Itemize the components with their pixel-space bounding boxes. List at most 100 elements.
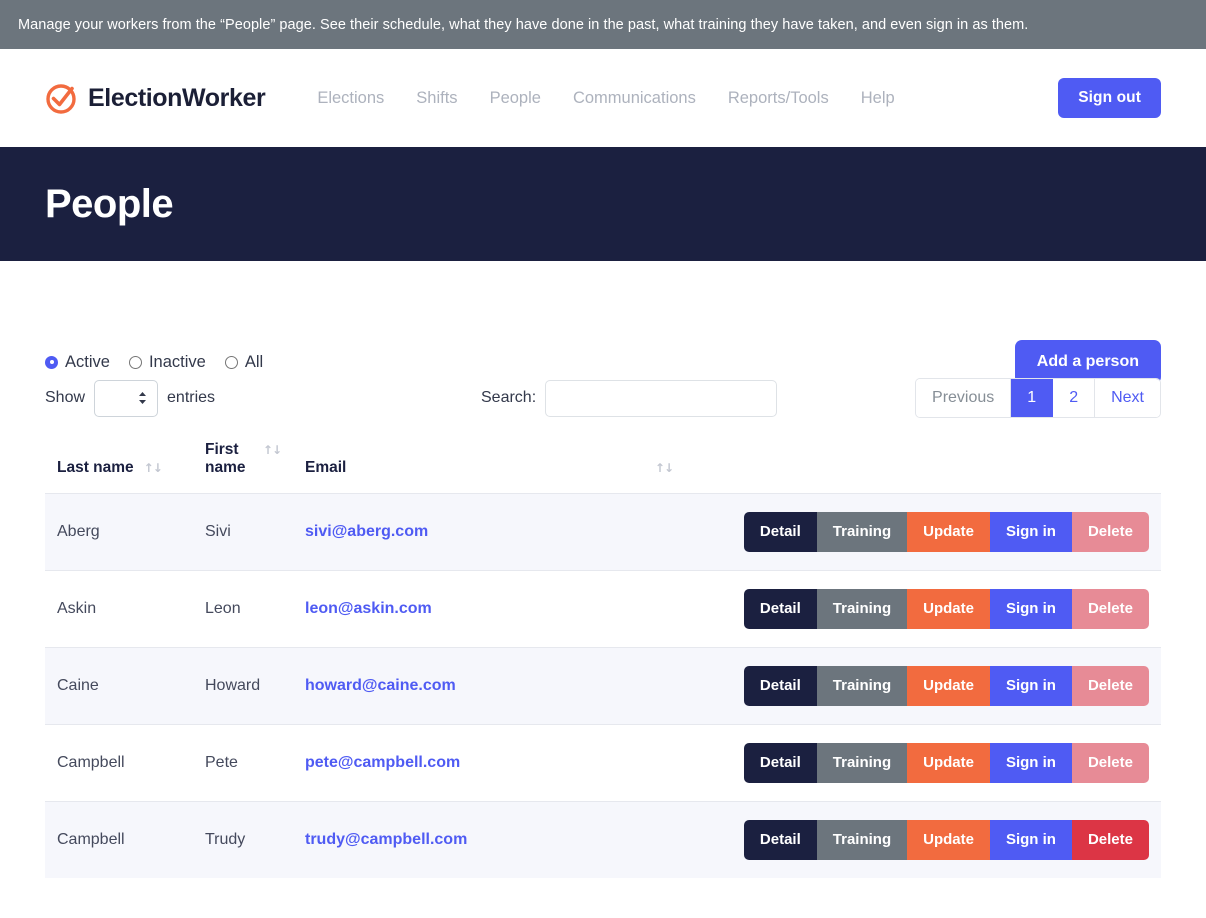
sign-in-button[interactable]: Sign in — [989, 820, 1072, 860]
training-button[interactable]: Training — [816, 820, 908, 860]
detail-button[interactable]: Detail — [743, 666, 817, 706]
column-header-last-name[interactable]: Last name ↑↓ — [45, 431, 193, 494]
update-button[interactable]: Update — [907, 820, 990, 860]
update-button[interactable]: Update — [907, 589, 990, 629]
email-link[interactable]: leon@askin.com — [305, 600, 432, 617]
cell-last-name: Campbell — [45, 724, 193, 802]
pagination-next[interactable]: Next — [1095, 379, 1160, 417]
cell-actions: Detail Training Update Sign in Delete — [685, 647, 1161, 725]
update-button[interactable]: Update — [907, 512, 990, 552]
people-table-body: Aberg Sivi sivi@aberg.com Detail Training Upd… — [45, 493, 1161, 878]
nav-item-shifts[interactable]: Shifts — [400, 83, 473, 114]
table-row: Askin Leon leon@askin.com Detail Training Upd… — [45, 570, 1161, 648]
update-button[interactable]: Update — [907, 743, 990, 783]
nav-links: Elections Shifts People Communications R… — [301, 83, 910, 114]
sign-in-button[interactable]: Sign in — [989, 743, 1072, 783]
info-banner-text: Manage your workers from the “People” pa… — [18, 16, 1029, 33]
cell-actions: Detail Training Update Sign in Delete — [685, 493, 1161, 571]
entries-per-page-select[interactable] — [94, 379, 159, 417]
detail-button[interactable]: Detail — [743, 820, 817, 860]
cell-first-name: Howard — [193, 647, 293, 725]
column-label-last-name: Last name — [57, 459, 134, 476]
nav-item-reports-tools[interactable]: Reports/Tools — [712, 83, 845, 114]
column-label-first-name: First name — [205, 441, 246, 476]
delete-button[interactable]: Delete — [1071, 820, 1149, 860]
cell-first-name: Trudy — [193, 801, 293, 878]
nav-item-help[interactable]: Help — [845, 83, 911, 114]
delete-button[interactable]: Delete — [1071, 589, 1149, 629]
column-header-actions — [685, 431, 1161, 494]
cell-email: pete@campbell.com — [293, 724, 685, 802]
delete-button[interactable]: Delete — [1071, 512, 1149, 552]
training-button[interactable]: Training — [816, 589, 908, 629]
page-title: People — [45, 181, 174, 226]
people-table: Last name ↑↓ First name ↑↓ Email ↑↓ Aber… — [45, 431, 1161, 878]
entries-select-wrapper — [94, 379, 159, 417]
table-row: Campbell Pete pete@campbell.com Detail Train… — [45, 724, 1161, 802]
cell-first-name: Leon — [193, 570, 293, 648]
cell-actions: Detail Training Update Sign in Delete — [685, 724, 1161, 802]
training-button[interactable]: Training — [816, 666, 908, 706]
row-action-button-group: Detail Training Update Sign in Delete — [743, 589, 1149, 629]
page-header-band: People — [0, 147, 1206, 261]
column-header-email[interactable]: Email ↑↓ — [293, 431, 685, 494]
search-input[interactable] — [545, 379, 778, 417]
table-row: Campbell Trudy trudy@campbell.com Detail Tra… — [45, 801, 1161, 878]
delete-button[interactable]: Delete — [1071, 666, 1149, 706]
training-button[interactable]: Training — [816, 743, 908, 783]
sort-icon-first-name[interactable]: ↑↓ — [263, 443, 282, 457]
pagination-page-1[interactable]: 1 — [1011, 379, 1054, 417]
nav-item-elections[interactable]: Elections — [301, 83, 400, 114]
row-action-button-group: Detail Training Update Sign in Delete — [743, 743, 1149, 783]
info-banner: Manage your workers from the “People” pa… — [0, 0, 1206, 49]
cell-last-name: Askin — [45, 570, 193, 648]
sign-in-button[interactable]: Sign in — [989, 512, 1072, 552]
sign-in-button[interactable]: Sign in — [989, 666, 1072, 706]
cell-first-name: Pete — [193, 724, 293, 802]
cell-last-name: Aberg — [45, 493, 193, 571]
entries-label: entries — [167, 389, 216, 406]
detail-button[interactable]: Detail — [743, 512, 817, 552]
training-button[interactable]: Training — [816, 512, 908, 552]
delete-button[interactable]: Delete — [1071, 743, 1149, 783]
sign-out-button[interactable]: Sign out — [1058, 78, 1161, 118]
email-link[interactable]: howard@caine.com — [305, 677, 456, 694]
email-link[interactable]: trudy@campbell.com — [305, 831, 467, 848]
cell-email: leon@askin.com — [293, 570, 685, 648]
datatable-controls: Show entries Search: Previous 1 2 Next — [45, 365, 1161, 431]
pagination-previous[interactable]: Previous — [916, 379, 1012, 417]
people-table-head: Last name ↑↓ First name ↑↓ Email ↑↓ — [45, 431, 1161, 494]
sign-in-button[interactable]: Sign in — [989, 589, 1072, 629]
table-header-row: Last name ↑↓ First name ↑↓ Email ↑↓ — [45, 431, 1161, 494]
column-header-first-name[interactable]: First name ↑↓ — [193, 431, 293, 494]
email-link[interactable]: sivi@aberg.com — [305, 523, 428, 540]
cell-actions: Detail Training Update Sign in Delete — [685, 801, 1161, 878]
show-label: Show — [45, 389, 86, 406]
nav-item-people[interactable]: People — [474, 83, 557, 114]
main-navbar: ElectionWorker Elections Shifts People C… — [0, 49, 1206, 147]
email-link[interactable]: pete@campbell.com — [305, 754, 460, 771]
update-button[interactable]: Update — [907, 666, 990, 706]
sort-icon-email[interactable]: ↑↓ — [655, 461, 674, 475]
cell-first-name: Sivi — [193, 493, 293, 571]
cell-last-name: Caine — [45, 647, 193, 725]
circle-check-icon — [45, 81, 79, 115]
nav-item-communications[interactable]: Communications — [557, 83, 712, 114]
filter-row: Active Inactive All Add a person — [45, 261, 1161, 384]
cell-email: sivi@aberg.com — [293, 493, 685, 571]
page-content: Active Inactive All Add a person Show en… — [0, 261, 1206, 878]
row-action-button-group: Detail Training Update Sign in Delete — [743, 666, 1149, 706]
pagination: Previous 1 2 Next — [915, 378, 1161, 418]
cell-email: trudy@campbell.com — [293, 801, 685, 878]
column-label-email: Email — [305, 459, 347, 476]
search-label: Search: — [481, 389, 537, 406]
entries-length-control: Show entries — [45, 379, 216, 417]
pagination-page-2[interactable]: 2 — [1053, 379, 1096, 417]
detail-button[interactable]: Detail — [743, 743, 817, 783]
row-action-button-group: Detail Training Update Sign in Delete — [743, 820, 1149, 860]
cell-actions: Detail Training Update Sign in Delete — [685, 570, 1161, 648]
sort-icon-last-name[interactable]: ↑↓ — [144, 461, 163, 475]
brand-logo-link[interactable]: ElectionWorker — [45, 81, 266, 115]
detail-button[interactable]: Detail — [743, 589, 817, 629]
cell-last-name: Campbell — [45, 801, 193, 878]
